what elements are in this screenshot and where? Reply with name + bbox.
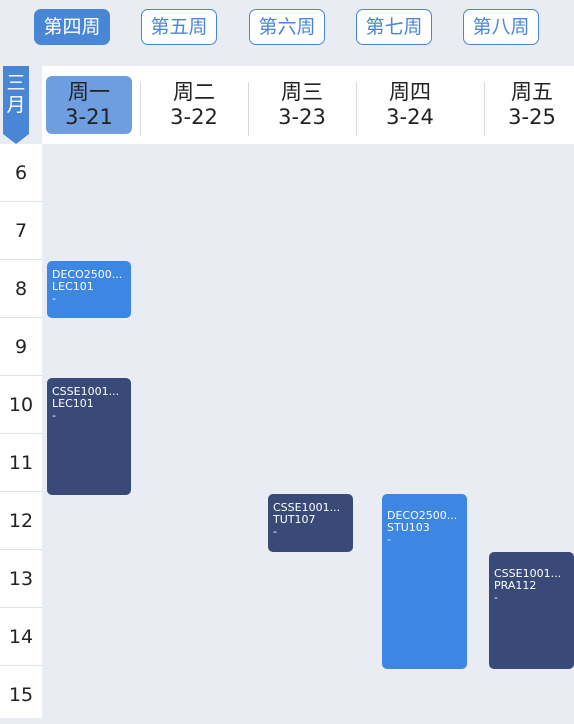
course-code: CSSE1001... xyxy=(273,502,341,514)
hour-label: 7 xyxy=(0,202,42,260)
course-class: STU103 xyxy=(387,522,430,534)
schedule-grid: DECO2500... LEC101 - CSSE1001... LEC101 … xyxy=(42,144,574,718)
course-room: - xyxy=(387,534,391,546)
month-label-line2: 月 xyxy=(6,94,26,116)
month-label-line1: 三 xyxy=(6,72,26,94)
day-date: 3-24 xyxy=(386,105,434,129)
course-card[interactable]: CSSE1001... LEC101 - xyxy=(47,378,131,495)
course-code: DECO2500... xyxy=(52,269,123,281)
course-room: - xyxy=(52,293,56,305)
month-badge-pointer xyxy=(3,134,29,144)
hour-label: 12 xyxy=(0,492,42,550)
week-selector: 第四周 第五周 第六周 第七周 第八周 xyxy=(0,0,574,66)
day-header: 周一 3-21 周二 3-22 周三 3-23 周四 3-24 周五 3-25 xyxy=(42,66,574,144)
day-name: 周五 xyxy=(511,80,553,104)
hour-label: 15 xyxy=(8,684,34,706)
course-card[interactable]: CSSE1001... TUT107 - xyxy=(268,494,353,552)
course-room: - xyxy=(52,410,56,422)
course-class: PRA112 xyxy=(494,580,537,592)
day-header-fri[interactable]: 周五 3-25 xyxy=(484,76,574,134)
week-tab-5[interactable]: 第五周 xyxy=(141,9,217,45)
month-badge: 三 月 xyxy=(0,66,42,144)
day-header-tue[interactable]: 周二 3-22 xyxy=(140,76,248,134)
time-column: 6 7 8 9 10 11 12 13 14 15 xyxy=(0,144,42,718)
course-class: LEC101 xyxy=(52,281,94,293)
day-name: 周四 xyxy=(389,80,431,104)
day-name: 周二 xyxy=(173,80,215,104)
hour-label: 11 xyxy=(0,434,42,492)
day-header-wed[interactable]: 周三 3-23 xyxy=(248,76,356,134)
course-card[interactable]: DECO2500... LEC101 - xyxy=(47,261,131,318)
course-class: TUT107 xyxy=(273,514,316,526)
day-header-thu[interactable]: 周四 3-24 xyxy=(356,76,464,134)
week-tab-6[interactable]: 第六周 xyxy=(249,9,325,45)
course-room: - xyxy=(494,592,498,604)
week-tab-8[interactable]: 第八周 xyxy=(463,9,539,45)
day-date: 3-21 xyxy=(65,105,113,129)
course-card[interactable]: CSSE1001... PRA112 - xyxy=(489,552,574,669)
hour-label: 14 xyxy=(0,608,42,666)
course-code: CSSE1001... xyxy=(52,386,120,398)
course-code: CSSE1001... xyxy=(494,568,562,580)
hour-label: 9 xyxy=(0,318,42,376)
course-class: LEC101 xyxy=(52,398,94,410)
hour-label: 6 xyxy=(0,144,42,202)
course-card[interactable]: DECO2500... STU103 - xyxy=(382,494,467,669)
day-name: 周三 xyxy=(281,80,323,104)
day-name: 周一 xyxy=(68,80,110,104)
hour-label: 10 xyxy=(0,376,42,434)
month-label: 三 月 xyxy=(3,66,29,134)
day-date: 3-25 xyxy=(508,105,556,129)
day-date: 3-22 xyxy=(170,105,218,129)
hour-label: 13 xyxy=(0,550,42,608)
day-date: 3-23 xyxy=(278,105,326,129)
hour-label: 8 xyxy=(0,260,42,318)
course-code: DECO2500... xyxy=(387,510,458,522)
day-header-mon[interactable]: 周一 3-21 xyxy=(46,76,132,134)
week-tab-4[interactable]: 第四周 xyxy=(34,9,110,45)
week-tab-7[interactable]: 第七周 xyxy=(356,9,432,45)
course-room: - xyxy=(273,526,277,538)
